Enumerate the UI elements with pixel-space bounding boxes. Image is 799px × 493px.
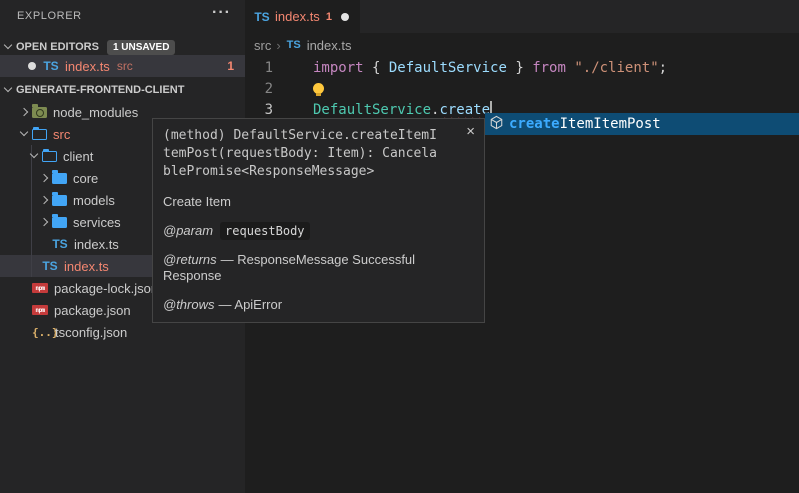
folder-icon — [52, 173, 67, 184]
chevron-right-icon — [16, 104, 32, 120]
token-string: "./client" — [574, 60, 658, 76]
suggestion-match-text: create — [509, 116, 560, 132]
hover-param-line: @param requestBody — [163, 223, 474, 239]
tree-item-label: core — [73, 171, 98, 186]
typescript-file-icon: TS — [52, 237, 68, 251]
folder-icon — [52, 195, 67, 206]
json-braces-icon: {..} — [32, 326, 49, 339]
breadcrumb: src › TS index.ts — [245, 33, 799, 57]
close-icon[interactable]: × — [466, 124, 475, 139]
returns-tag: @returns — [163, 252, 217, 267]
npm-file-icon: npm — [32, 283, 48, 293]
explorer-title: EXPLORER — [17, 10, 82, 22]
breadcrumb-separator-icon: › — [276, 38, 280, 53]
token-from: from — [532, 60, 566, 76]
typescript-file-icon: TS — [42, 259, 58, 273]
tab-bar: TS index.ts 1 — [245, 0, 799, 33]
workspace-label: GENERATE-FRONTEND-CLIENT — [16, 84, 184, 96]
suggestion-item-createitemitempost[interactable]: createItemItemPost — [485, 113, 799, 135]
line-number: 2 — [245, 79, 273, 100]
tab-filename: index.ts — [275, 9, 320, 24]
modified-dot-icon — [28, 62, 36, 70]
throws-tag: @throws — [163, 297, 215, 312]
tree-item-label: package.json — [54, 303, 131, 318]
tree-item-label: src — [53, 127, 70, 142]
token-semicolon: ; — [659, 60, 667, 76]
typescript-file-icon: TS — [254, 10, 270, 24]
token-defaultservice: DefaultService — [389, 60, 507, 76]
unsaved-badge: 1 UNSAVED — [107, 40, 176, 55]
sidebar-header: EXPLORER ··· — [0, 0, 245, 34]
folder-open-icon — [42, 151, 57, 162]
tab-error-count: 1 — [326, 11, 332, 23]
folder-open-icon — [32, 129, 47, 140]
tree-item-tsconfig-json[interactable]: {..} tsconfig.json — [0, 321, 245, 343]
tree-item-label: index.ts — [64, 259, 109, 274]
npm-file-icon: npm — [32, 305, 48, 315]
npm-folder-icon — [32, 107, 47, 118]
open-editor-item-index-ts[interactable]: TS index.ts src 1 — [0, 55, 245, 77]
dirty-dot-icon[interactable] — [341, 13, 349, 21]
code-line-2: 2 — [245, 79, 799, 100]
chevron-right-icon — [36, 170, 52, 186]
tree-item-label: tsconfig.json — [55, 325, 127, 340]
typescript-file-icon: TS — [286, 39, 302, 51]
line-number: 1 — [245, 58, 273, 79]
chevron-right-icon — [36, 192, 52, 208]
token-brace: { — [364, 60, 389, 76]
chevron-down-icon — [0, 82, 16, 98]
breadcrumb-folder[interactable]: src — [254, 38, 271, 53]
tree-item-label: package-lock.json — [54, 281, 158, 296]
suggestion-rest-text: ItemItemPost — [560, 116, 661, 132]
param-chip: requestBody — [220, 222, 309, 240]
error-count-badge: 1 — [227, 59, 234, 73]
typescript-file-icon: TS — [43, 59, 59, 73]
token-create-error: create — [439, 102, 490, 118]
breadcrumb-file[interactable]: index.ts — [307, 38, 352, 53]
folder-icon — [52, 217, 67, 228]
hover-throws-line: @throws — ApiError — [163, 297, 474, 313]
tree-item-label: services — [73, 215, 121, 230]
code-text: import { DefaultService } from "./client… — [313, 58, 667, 79]
tree-item-label: node_modules — [53, 105, 138, 120]
open-editors-label: OPEN EDITORS — [16, 41, 99, 53]
hover-tooltip: × (method) DefaultService.createItemItem… — [152, 118, 485, 323]
code-editor[interactable]: 1 import { DefaultService } from "./clie… — [245, 58, 799, 121]
throws-text: — ApiError — [219, 297, 283, 312]
param-tag: @param — [163, 223, 213, 238]
tree-item-label: index.ts — [74, 237, 119, 252]
chevron-right-icon — [36, 214, 52, 230]
hover-description: Create Item — [163, 194, 474, 210]
lightbulb-icon[interactable] — [313, 83, 324, 94]
chevron-down-icon — [0, 39, 16, 55]
workspace-section-header[interactable]: GENERATE-FRONTEND-CLIENT — [0, 79, 245, 101]
tree-item-label: client — [63, 149, 93, 164]
open-editor-folder: src — [117, 59, 133, 73]
chevron-down-icon — [26, 148, 42, 164]
symbol-method-cube-icon — [489, 115, 509, 134]
hover-returns-line: @returns— ResponseMessage Successful Res… — [163, 252, 474, 284]
tab-index-ts[interactable]: TS index.ts 1 — [245, 0, 360, 33]
token-brace: } — [507, 60, 532, 76]
tree-item-label: models — [73, 193, 115, 208]
token-import: import — [313, 60, 364, 76]
hover-signature: (method) DefaultService.createItemItemPo… — [163, 127, 440, 181]
chevron-down-icon — [16, 126, 32, 142]
indent-guide — [31, 145, 32, 277]
open-editor-filename: index.ts — [65, 59, 110, 74]
token-defaultservice: DefaultService — [313, 102, 431, 118]
code-line-1: 1 import { DefaultService } from "./clie… — [245, 58, 799, 79]
more-actions-icon[interactable]: ··· — [212, 4, 231, 22]
